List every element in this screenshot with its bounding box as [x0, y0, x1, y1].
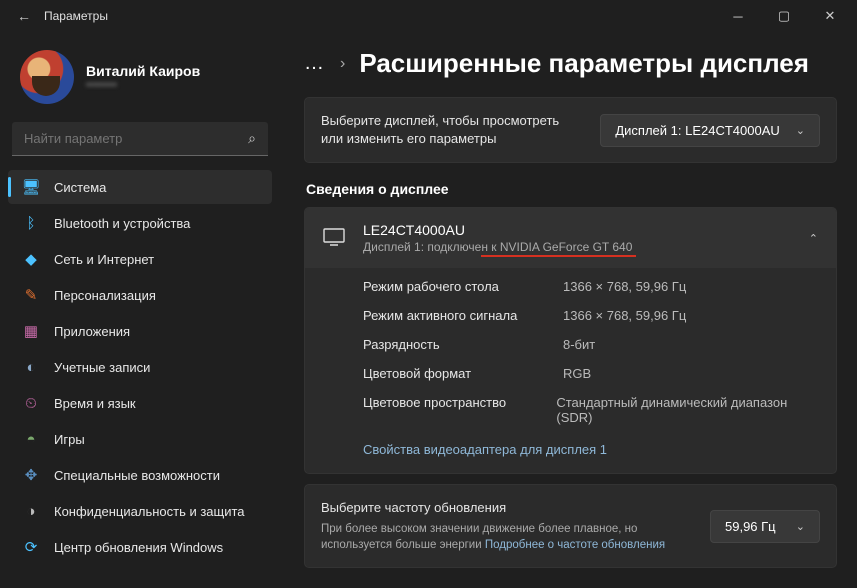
display-info-header[interactable]: LE24CT4000AU Дисплей 1: подключен к NVID… — [305, 208, 836, 268]
display-info-card: LE24CT4000AU Дисплей 1: подключен к NVID… — [304, 207, 837, 474]
nav-label: Специальные возможности — [54, 468, 220, 483]
monitor-icon — [323, 228, 345, 249]
refresh-title: Выберите частоту обновления — [321, 499, 694, 517]
back-button[interactable]: ← — [4, 8, 44, 24]
nav-item-5[interactable]: ◐ Учетные записи — [8, 350, 272, 384]
nav-label: Время и язык — [54, 396, 136, 411]
nav-icon: ▦ — [22, 322, 40, 340]
nav-icon: ◓ — [22, 430, 40, 448]
nav-item-2[interactable]: ◆ Сеть и Интернет — [8, 242, 272, 276]
nav-item-9[interactable]: ◑ Конфиденциальность и защита — [8, 494, 272, 528]
nav-item-1[interactable]: ᛒ Bluetooth и устройства — [8, 206, 272, 240]
avatar — [20, 50, 74, 104]
property-key: Режим рабочего стола — [363, 279, 563, 294]
user-email: •••••••• — [86, 79, 200, 91]
nav-item-10[interactable]: ⟳ Центр обновления Windows — [8, 530, 272, 564]
nav-item-0[interactable]: 🖥 Система — [8, 170, 272, 204]
property-value: 1366 × 768, 59,96 Гц — [563, 279, 686, 294]
display-properties: Режим рабочего стола1366 × 768, 59,96 Гц… — [305, 268, 836, 473]
user-profile[interactable]: Виталий Каиров •••••••• — [8, 40, 272, 122]
nav-icon: 🖥 — [22, 178, 40, 196]
chevron-right-icon: › — [340, 55, 345, 73]
search-box[interactable]: ⌕ — [12, 122, 268, 156]
display-dropdown-value: Дисплей 1: LE24CT4000AU — [615, 123, 779, 138]
refresh-learn-more[interactable]: Подробнее о частоте обновления — [485, 539, 665, 551]
nav-label: Персонализация — [54, 288, 156, 303]
breadcrumb: … › Расширенные параметры дисплея — [304, 48, 837, 79]
chevron-down-icon: ⌄ — [796, 520, 805, 533]
property-key: Цветовой формат — [363, 366, 563, 381]
nav-label: Система — [54, 180, 106, 195]
nav-item-4[interactable]: ▦ Приложения — [8, 314, 272, 348]
property-value: 1366 × 768, 59,96 Гц — [563, 308, 686, 323]
display-connection: Дисплей 1: подключен к NVIDIA GeForce GT… — [363, 240, 632, 254]
nav-item-6[interactable]: ⏲ Время и язык — [8, 386, 272, 420]
minimize-button[interactable]: ─ — [715, 0, 761, 32]
property-row: Разрядность8-бит — [363, 330, 818, 359]
nav-icon: ⟳ — [22, 538, 40, 556]
user-name: Виталий Каиров — [86, 63, 200, 79]
highlight-underline — [481, 255, 636, 257]
property-key: Режим активного сигнала — [363, 308, 563, 323]
display-name: LE24CT4000AU — [363, 222, 791, 238]
nav-label: Конфиденциальность и защита — [54, 504, 245, 519]
nav-label: Центр обновления Windows — [54, 540, 223, 555]
chevron-down-icon: ⌄ — [796, 124, 805, 137]
property-row: Цветовой форматRGB — [363, 359, 818, 388]
property-key: Цветовое пространство — [363, 395, 556, 425]
display-dropdown[interactable]: Дисплей 1: LE24CT4000AU ⌄ — [600, 114, 820, 147]
close-button[interactable]: ✕ — [807, 0, 853, 32]
nav-icon: ◆ — [22, 250, 40, 268]
property-row: Цветовое пространствоСтандартный динамич… — [363, 388, 818, 432]
display-info-heading: Сведения о дисплее — [306, 181, 837, 197]
nav-label: Игры — [54, 432, 85, 447]
chevron-up-icon: ⌃ — [809, 232, 818, 245]
nav-icon: ✥ — [22, 466, 40, 484]
maximize-button[interactable]: ▢ — [761, 0, 807, 32]
nav-item-8[interactable]: ✥ Специальные возможности — [8, 458, 272, 492]
property-value: RGB — [563, 366, 591, 381]
property-value: 8-бит — [563, 337, 595, 352]
nav-icon: ✎ — [22, 286, 40, 304]
nav-item-3[interactable]: ✎ Персонализация — [8, 278, 272, 312]
property-row: Режим активного сигнала1366 × 768, 59,96… — [363, 301, 818, 330]
nav-label: Приложения — [54, 324, 130, 339]
window-title: Параметры — [44, 9, 108, 23]
page-title: Расширенные параметры дисплея — [359, 48, 809, 79]
search-icon: ⌕ — [248, 130, 256, 147]
property-row: Режим рабочего стола1366 × 768, 59,96 Гц — [363, 272, 818, 301]
adapter-properties-link[interactable]: Свойства видеоадаптера для дисплея 1 — [363, 432, 818, 461]
display-selector-panel: Выберите дисплей, чтобы просмотреть или … — [304, 97, 837, 163]
nav-icon: ◐ — [22, 358, 40, 376]
nav-icon: ᛒ — [22, 214, 40, 232]
nav-item-7[interactable]: ◓ Игры — [8, 422, 272, 456]
refresh-rate-panel: Выберите частоту обновления При более вы… — [304, 484, 837, 567]
display-selector-prompt: Выберите дисплей, чтобы просмотреть или … — [321, 112, 584, 148]
nav-icon: ⏲ — [22, 394, 40, 412]
refresh-rate-dropdown[interactable]: 59,96 Гц ⌄ — [710, 510, 820, 543]
nav-icon: ◑ — [22, 502, 40, 520]
breadcrumb-more[interactable]: … — [304, 52, 326, 75]
nav-label: Bluetooth и устройства — [54, 216, 190, 231]
refresh-rate-value: 59,96 Гц — [725, 519, 776, 534]
property-key: Разрядность — [363, 337, 563, 352]
nav-label: Учетные записи — [54, 360, 150, 375]
search-input[interactable] — [24, 131, 248, 146]
property-value: Стандартный динамический диапазон (SDR) — [556, 395, 818, 425]
nav-label: Сеть и Интернет — [54, 252, 154, 267]
nav-list: 🖥 Система ᛒ Bluetooth и устройства ◆ Сеть и И… — [8, 170, 272, 564]
